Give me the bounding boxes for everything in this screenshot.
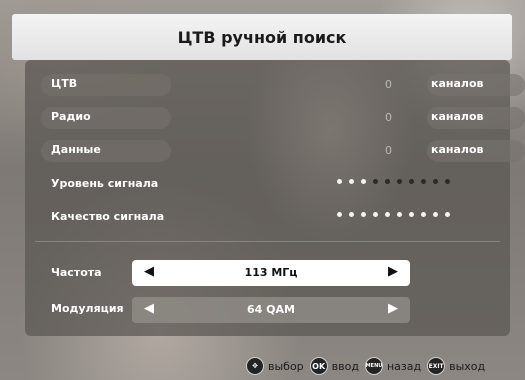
- ok-icon: OK: [309, 357, 328, 375]
- row-signal-level: Уровень сигнала: [25, 174, 510, 198]
- hint-exit: выход: [449, 359, 486, 373]
- row-radio: Радио 0 каналов: [25, 107, 525, 131]
- row-frequency: Частота ◀ 113 МГц ▶: [25, 260, 510, 286]
- dot-filled: [385, 212, 390, 217]
- row-data: Данные 0 каналов: [25, 140, 525, 164]
- row-dtv: ЦТВ 0 каналов: [25, 74, 525, 98]
- row-label-radio: Радио: [51, 110, 91, 123]
- hint-select: выбор: [268, 359, 304, 373]
- dot-filled: [409, 212, 414, 217]
- dot-filled: [361, 179, 366, 184]
- row-modulation: Модуляция ◀ 64 QAM ▶: [25, 297, 510, 323]
- divider: [35, 241, 500, 242]
- signal-quality-indicator: [337, 212, 450, 217]
- row-count-data: 0: [385, 144, 392, 157]
- dot-empty: [397, 179, 402, 184]
- row-unit-data: каналов: [431, 143, 484, 156]
- dot-filled: [337, 179, 342, 184]
- modulation-value: 64 QAM: [247, 303, 295, 316]
- dot-empty: [433, 179, 438, 184]
- row-label-dtv: ЦТВ: [51, 77, 78, 90]
- footer-hints: ✥ выбор OK ввод MENU назад EXIT выход: [246, 357, 485, 375]
- arrow-right-icon[interactable]: ▶: [388, 301, 398, 316]
- page-title: ЦТВ ручной поиск: [177, 27, 347, 47]
- modulation-selector[interactable]: ◀ 64 QAM ▶: [132, 297, 410, 323]
- dot-filled: [433, 212, 438, 217]
- dot-empty: [409, 179, 414, 184]
- hint-back: назад: [386, 359, 422, 373]
- row-unit-radio: каналов: [431, 110, 484, 123]
- hint-enter: ввод: [331, 359, 359, 373]
- menu-icon: MENU: [364, 357, 383, 375]
- title-bar: ЦТВ ручной поиск: [12, 14, 512, 60]
- dot-empty: [385, 179, 390, 184]
- row-label-data: Данные: [51, 143, 101, 156]
- dot-filled: [445, 212, 450, 217]
- exit-icon: EXIT: [427, 357, 446, 375]
- row-unit-dtv: каналов: [431, 77, 484, 90]
- dot-empty: [373, 179, 378, 184]
- dot-empty: [421, 179, 426, 184]
- frequency-selector[interactable]: ◀ 113 МГц ▶: [132, 260, 410, 286]
- row-count-dtv: 0: [385, 78, 392, 91]
- arrow-right-icon[interactable]: ▶: [388, 264, 398, 279]
- dpad-icon: ✥: [246, 357, 264, 375]
- row-signal-quality: Качество сигнала: [25, 207, 510, 231]
- modulation-label: Модуляция: [51, 302, 124, 315]
- dot-filled: [349, 212, 354, 217]
- dot-filled: [397, 212, 402, 217]
- signal-quality-label: Качество сигнала: [51, 210, 165, 223]
- search-panel: ЦТВ 0 каналов Радио 0 каналов Данные 0 к…: [25, 60, 525, 336]
- dot-filled: [337, 212, 342, 217]
- dot-empty: [445, 179, 450, 184]
- dot-filled: [421, 212, 426, 217]
- signal-level-indicator: [337, 179, 450, 184]
- frequency-value: 113 МГц: [244, 266, 298, 279]
- signal-level-label: Уровень сигнала: [51, 177, 159, 190]
- frequency-label: Частота: [51, 266, 102, 279]
- dot-filled: [349, 179, 354, 184]
- row-count-radio: 0: [385, 111, 392, 124]
- dot-filled: [361, 212, 366, 217]
- dot-filled: [373, 212, 378, 217]
